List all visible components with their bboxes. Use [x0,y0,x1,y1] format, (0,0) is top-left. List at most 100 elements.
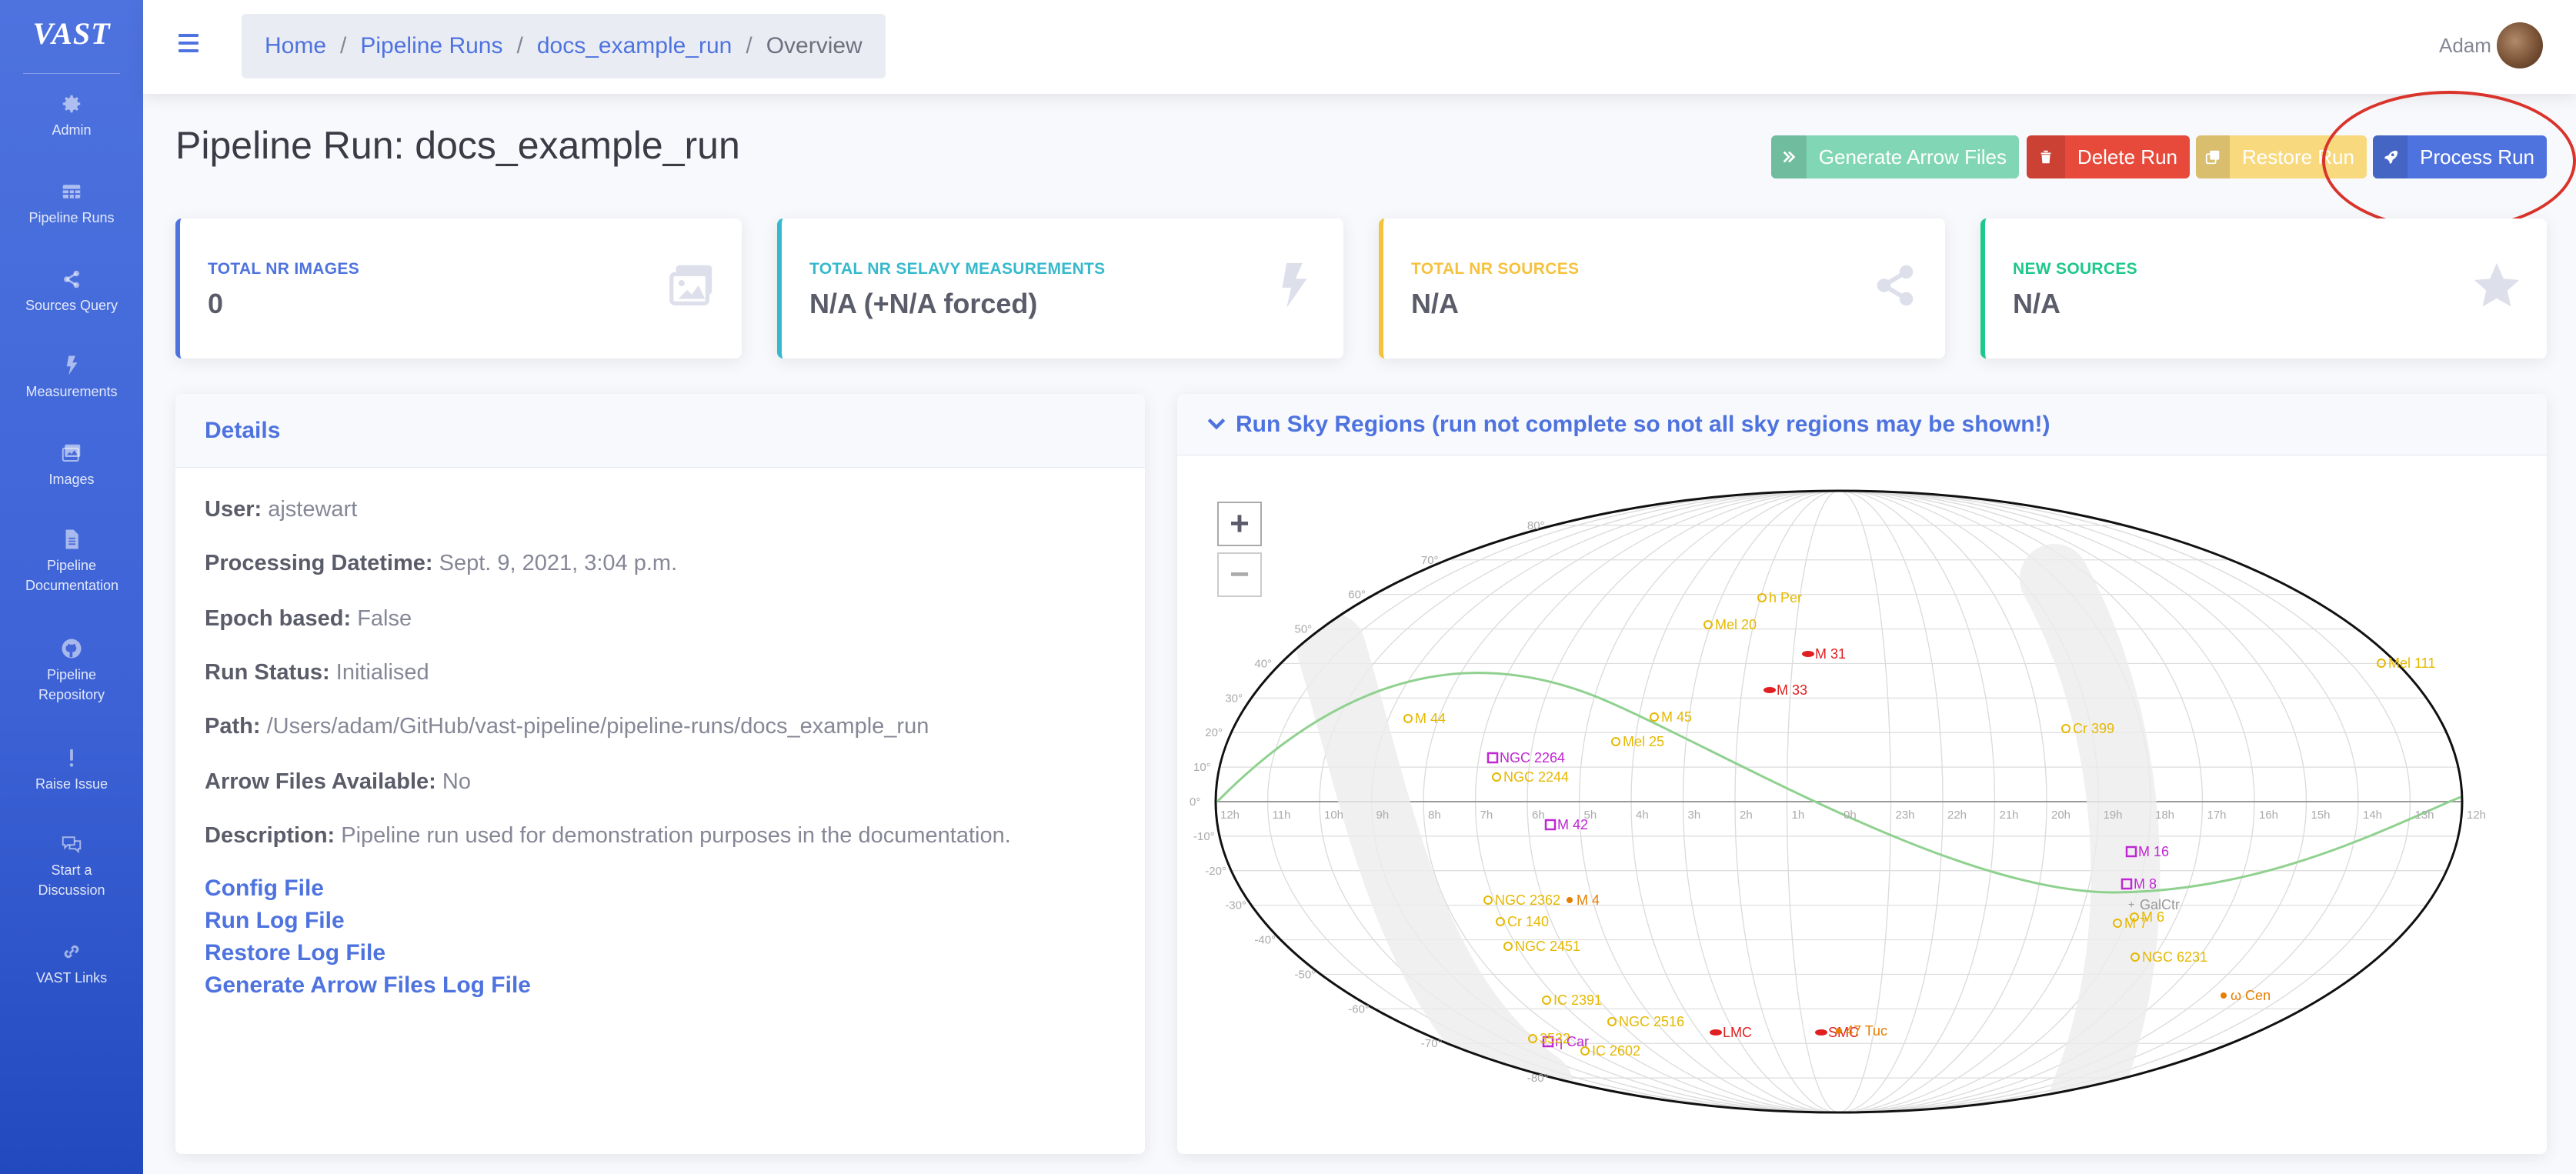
sidebar-item-admin[interactable]: Admin [0,92,143,140]
sky-object-marker[interactable]: M 44 [1403,711,1446,726]
dec-tick-label: 80° [1527,519,1545,532]
sky-object-label: Mel 111 [2388,655,2435,671]
sky-object-marker[interactable]: NGC 2516 [1607,1014,1684,1029]
ra-tick-label: 4h [1636,809,1649,822]
breadcrumb-run[interactable]: docs_example_run [537,33,732,59]
ra-tick-label: 20h [2051,809,2070,822]
double-chevron-right-icon [1771,135,1807,178]
sky-object-marker[interactable]: NGC 6231 [2131,949,2207,965]
sidebar-item-vast-links[interactable]: VAST Links [0,940,143,988]
sidebar-item-raise-issue[interactable]: Raise Issue [0,746,143,794]
sidebar-item-pipeline-runs[interactable]: Pipeline Runs [0,180,143,228]
table-icon [60,180,83,203]
sky-object-marker[interactable]: Cr 140 [1496,914,1549,929]
detail-value: Initialised [335,660,429,685]
zoom-in-button[interactable]: + [1217,502,1262,546]
sidebar-item-measurements[interactable]: Measurements [0,354,143,402]
sky-object-marker[interactable]: Mel 25 [1611,734,1664,749]
breadcrumb-home[interactable]: Home [265,33,326,59]
sky-regions-card: Run Sky Regions (run not complete so not… [1177,394,2547,1154]
sky-object-marker[interactable]: Cr 399 [2061,721,2114,736]
sky-object-label: h Per [1769,590,1802,605]
delete-run-button[interactable]: Delete Run [2027,135,2190,178]
stat-label: Total Nr Selavy Measurements [809,260,1106,278]
stat-card-measurements: Total Nr Selavy Measurements N/A (+N/A f… [777,218,1343,359]
avatar[interactable] [2497,22,2543,68]
sky-object-label: NGC 2264 [1500,750,1565,765]
generate-arrow-files-log-link[interactable]: Generate Arrow Files Log File [205,972,531,999]
run-log-file-link[interactable]: Run Log File [205,908,345,934]
svg-text:+: + [2128,898,2134,910]
sky-object-marker[interactable]: NGC 2362 [1483,892,1560,908]
user-name[interactable]: Adam [2439,34,2491,58]
stat-label: New Sources [2013,260,2137,278]
sky-regions-header[interactable]: Run Sky Regions (run not complete so not… [1177,394,2547,455]
stat-card-new-sources: New Sources N/A [1980,218,2547,359]
sidebar-item-pipeline-documentation[interactable]: Pipeline Documentation [0,528,143,595]
restore-log-file-link[interactable]: Restore Log File [205,940,385,966]
ra-tick-label: 11h [1273,809,1291,822]
share-icon [60,268,83,291]
detail-value: ajstewart [268,497,358,522]
sky-object-label: NGC 2362 [1495,892,1560,908]
menu-toggle-icon[interactable] [179,29,202,60]
detail-epoch-based: Epoch based: False [205,606,412,632]
sky-object-marker[interactable]: Mel 20 [1703,617,1757,632]
sky-object-label: ω Cen [2231,988,2271,1003]
sky-object-marker[interactable]: NGC 2244 [1492,769,1569,785]
sky-object-label: M 33 [1777,682,1807,698]
detail-key: Epoch based: [205,606,352,631]
detail-value: False [357,606,412,631]
sky-object-label: IC 2602 [1592,1043,1640,1059]
button-label: Generate Arrow Files [1818,145,2007,168]
sky-object-marker[interactable]: M 31 [1802,646,1846,662]
ra-tick-label: 12h [2467,809,2486,822]
sky-regions-title: Run Sky Regions (run not complete so not… [1236,411,2050,437]
stat-value: N/A (+N/A forced) [809,288,1038,319]
breadcrumb-pipeline-runs[interactable]: Pipeline Runs [360,33,502,59]
dec-tick-label: -10° [1193,830,1215,843]
ra-tick-label: 7h [1480,809,1493,822]
sidebar-item-label: Images [48,472,95,487]
sky-object-marker[interactable]: h Per [1757,590,1802,605]
generate-arrow-files-button[interactable]: Generate Arrow Files [1771,135,2019,178]
sidebar-item-label: Pipeline Runs [28,210,115,225]
ra-tick-label: 22h [1947,809,1967,822]
sidebar-item-start-discussion[interactable]: Start a Discussion [0,832,143,900]
sky-object-marker[interactable]: LMC [1710,1025,1752,1040]
sky-object-marker[interactable]: IC 2391 [1542,992,1602,1008]
brand-logo[interactable]: VAST [0,15,143,52]
stat-value: N/A [2013,288,2060,319]
sidebar: VAST Admin Pipeline Runs Sources Query M… [0,0,143,1174]
sky-object-label: M 44 [1415,711,1446,726]
config-file-link[interactable]: Config File [205,875,324,902]
detail-run-status: Run Status: Initialised [205,660,429,685]
sky-object-marker[interactable]: M 42 [1544,817,1588,832]
sidebar-item-label: Pipeline Documentation [25,558,119,593]
stat-card-images: Total Nr Images 0 [175,218,742,359]
detail-key: Run Status: [205,660,330,685]
breadcrumb-separator: / [746,33,752,58]
sky-object-label: NGC 2244 [1503,769,1569,785]
dec-tick-label: 0° [1190,795,1200,809]
sidebar-item-images[interactable]: Images [0,442,143,489]
ra-tick-label: 10h [1324,809,1343,822]
sky-object-marker[interactable]: M 33 [1763,682,1807,698]
sidebar-item-pipeline-repository[interactable]: Pipeline Repository [0,637,143,705]
sky-object-marker[interactable]: NGC 2264 [1487,750,1565,765]
trash-icon [2027,135,2065,178]
sidebar-item-sources-query[interactable]: Sources Query [0,268,143,315]
link-icon [60,940,83,963]
bolt-icon [60,354,83,377]
dec-tick-label: -60° [1348,1002,1370,1016]
sky-object-marker[interactable]: ω Cen [2221,988,2271,1003]
zoom-out-button[interactable]: − [1217,552,1262,597]
ra-tick-label: 17h [2207,809,2227,822]
sky-object-marker[interactable]: NGC 2451 [1503,939,1580,954]
file-icon [60,528,83,551]
star-icon [2474,262,2520,307]
sky-object-marker[interactable]: M 45 [1650,709,1692,725]
sky-map[interactable]: 12h 11h 10h 9h 8h 7h 6h 5h 4h 3h 2h 1h 0h 23h 22h 21h 20… [1177,455,2547,1154]
share-icon [1877,265,1914,306]
stat-card-sources: Total Nr Sources N/A [1379,218,1945,359]
